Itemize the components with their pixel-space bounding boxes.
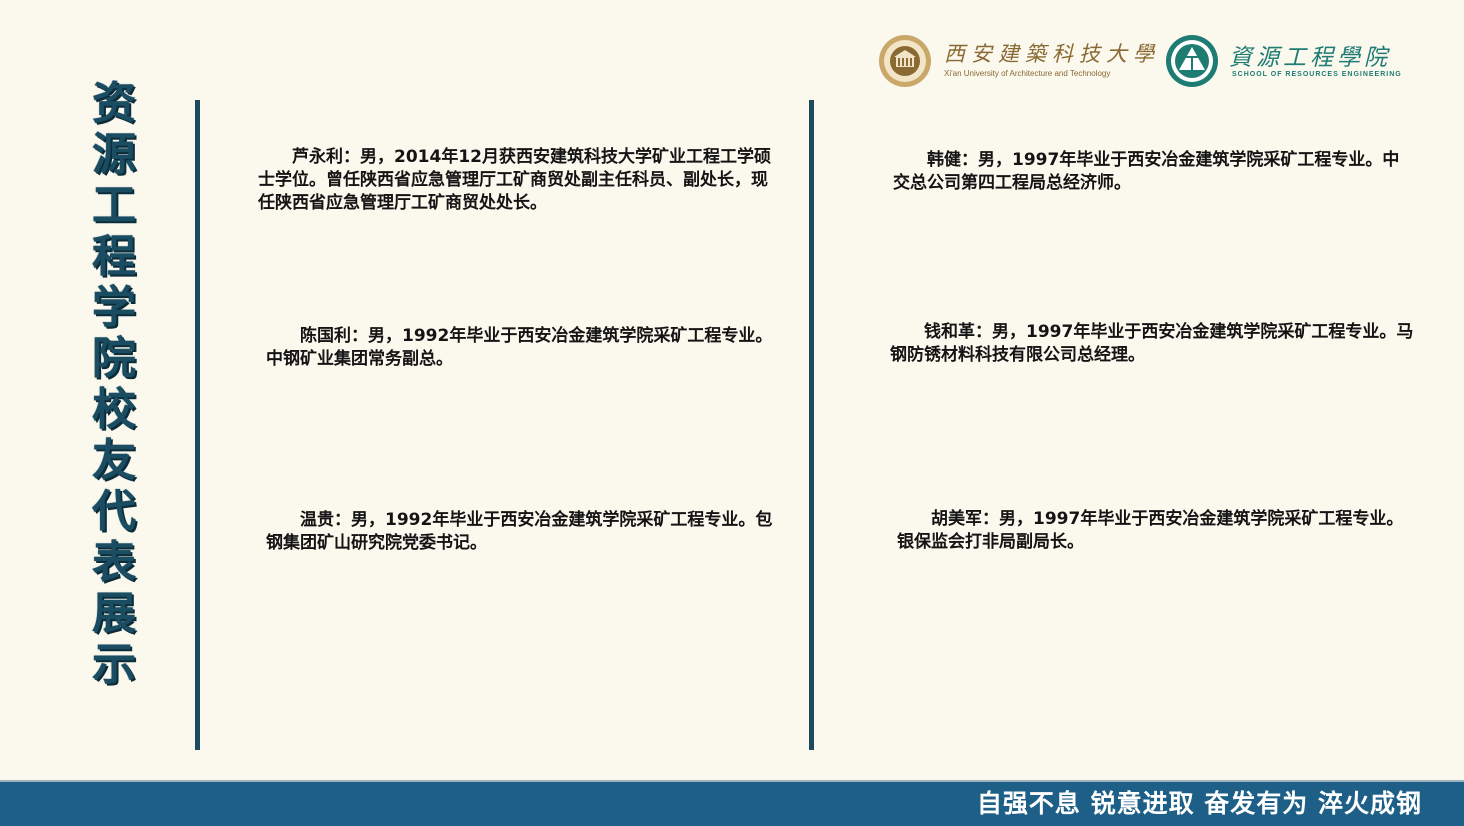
alumni-profile: 芦永利：男，2014年12月获西安建筑科技大学矿业工程工学硕士学位。曾任陕西省应… (258, 147, 771, 213)
title-char: 表 (92, 537, 136, 588)
university-name-en: Xi'an University of Architecture and Tec… (944, 69, 1111, 78)
school-name-en: SCHOOL OF RESOURCES ENGINEERING (1232, 71, 1402, 78)
title-char: 工 (92, 180, 136, 231)
university-name: 西安建築科技大學 (944, 42, 1160, 66)
alumni-profile: 胡美军：男，1997年毕业于西安冶金建筑学院采矿工程专业。银保监会打非局副局长。 (897, 509, 1404, 552)
slogan: 自强不息 锐意进取 奋发有为 淬火成钢 (976, 789, 1422, 818)
alumni-profile: 韩健：男，1997年毕业于西安冶金建筑学院采矿工程专业。中交总公司第四工程局总经… (893, 150, 1400, 193)
university-seal-icon (879, 35, 931, 87)
title-char: 校 (92, 384, 136, 435)
school-name: 資源工程學院 (1229, 45, 1391, 71)
title-char: 代 (92, 486, 136, 537)
school-seal-icon (1166, 35, 1218, 87)
title-char: 程 (92, 231, 136, 282)
title-char: 示 (92, 639, 136, 690)
alumni-profile: 温贵：男，1992年毕业于西安冶金建筑学院采矿工程专业。包钢集团矿山研究院党委书… (266, 510, 773, 553)
page-title: 资 源 工 程 学 院 校 友 代 表 展 示 (86, 78, 142, 690)
title-char: 资 (92, 78, 136, 129)
title-char: 源 (92, 129, 136, 180)
alumni-profile: 陈国利：男，1992年毕业于西安冶金建筑学院采矿工程专业。中钢矿业集团常务副总。 (266, 326, 773, 369)
title-char: 展 (92, 588, 136, 639)
school-logo: 資源工程學院 SCHOOL OF RESOURCES ENGINEERING (1165, 34, 1405, 90)
alumni-profile: 钱和革：男，1997年毕业于西安冶金建筑学院采矿工程专业。马钢防锈材料科技有限公… (890, 322, 1414, 365)
university-logo: 西安建築科技大學 Xi'an University of Architectur… (878, 34, 1154, 90)
center-divider (809, 100, 814, 750)
title-char: 学 (92, 282, 136, 333)
left-divider (195, 100, 200, 750)
title-char: 友 (92, 435, 136, 486)
title-char: 院 (92, 333, 136, 384)
footer-band: 自强不息 锐意进取 奋发有为 淬火成钢 (0, 782, 1464, 826)
